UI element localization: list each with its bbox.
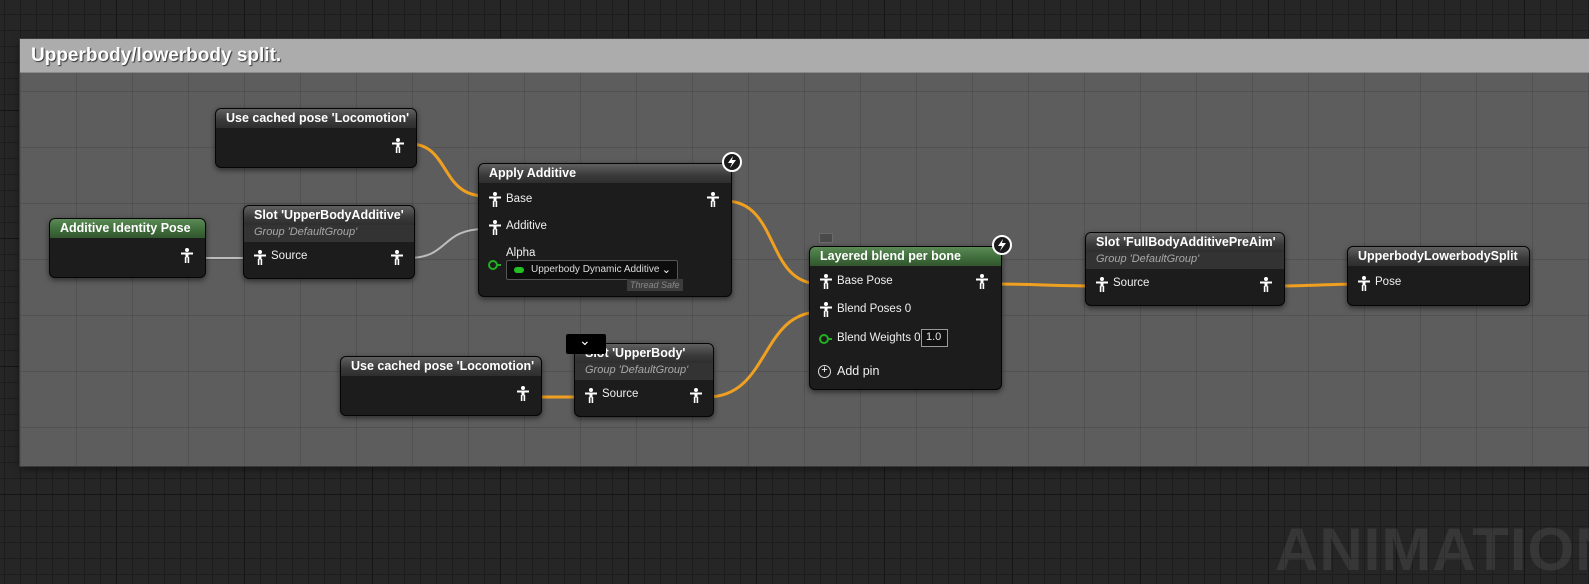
node-title: Layered blend per bone — [810, 247, 1001, 266]
slot-fullbodyadditivepreaim-node[interactable]: Slot 'FullBodyAdditivePreAim' Group 'Def… — [1085, 232, 1285, 306]
add-circle-icon[interactable]: + — [818, 365, 831, 378]
pose-person-icon[interactable] — [976, 274, 988, 289]
source-pin-label: Source — [271, 250, 308, 262]
pose-person-icon[interactable] — [391, 250, 403, 265]
alpha-value-dropdown[interactable]: Upperbody Dynamic Additive W ⌄ — [506, 260, 678, 280]
chevron-down-icon: ⌄ — [661, 264, 671, 276]
float-pin-icon[interactable] — [819, 334, 832, 344]
pose-pin-label: Pose — [1375, 276, 1402, 288]
pose-person-icon[interactable] — [489, 220, 501, 235]
comment-header[interactable]: Upperbody/lowerbody split. — [20, 39, 1589, 73]
slot-upperbody-node[interactable]: Slot 'UpperBody' Group 'DefaultGroup' So… — [574, 343, 714, 417]
collapse-toggle-button[interactable]: ⌄ — [566, 332, 606, 354]
node-title: Use cached pose 'Locomotion' — [216, 109, 416, 128]
pose-person-icon[interactable] — [1096, 277, 1108, 292]
additive-pin-label: Additive — [506, 220, 547, 232]
pose-person-icon[interactable] — [585, 388, 597, 403]
slot-upperbodyadditive-node[interactable]: Slot 'UpperBodyAdditive' Group 'DefaultG… — [243, 205, 415, 279]
base-pin-label: Base — [506, 193, 533, 205]
node-title: Slot 'UpperBodyAdditive' — [244, 206, 414, 225]
blend-weights-pin-label: Blend Weights 0 — [837, 332, 921, 344]
alpha-pin-label: Alpha — [506, 247, 536, 259]
node-title: Slot 'FullBodyAdditivePreAim' — [1086, 233, 1284, 252]
pose-person-icon[interactable] — [707, 192, 719, 207]
pose-person-icon[interactable] — [1260, 277, 1272, 292]
add-pin-button[interactable]: Add pin — [837, 364, 879, 378]
thread-safe-label: Thread Safe — [627, 279, 683, 291]
node-title: Additive Identity Pose — [50, 219, 205, 238]
additive-identity-pose-node[interactable]: Additive Identity Pose — [49, 218, 206, 278]
chevron-down-icon: ⌄ — [579, 332, 591, 348]
pose-person-icon[interactable] — [254, 250, 266, 265]
node-group-label: Group 'DefaultGroup' — [575, 363, 713, 380]
node-group-label: Group 'DefaultGroup' — [1086, 252, 1284, 269]
blend-poses-pin-label: Blend Poses 0 — [837, 303, 912, 315]
pose-person-icon[interactable] — [181, 248, 193, 263]
source-pin-label: Source — [1113, 277, 1150, 289]
green-dot-icon — [514, 267, 524, 273]
base-pose-pin-label: Base Pose — [837, 275, 893, 287]
node-title: Use cached pose 'Locomotion' — [341, 357, 541, 376]
blend-weight-input[interactable]: 1.0 — [921, 329, 948, 347]
comment-title: Upperbody/lowerbody split. — [31, 45, 282, 66]
node-title: UpperbodyLowerbodySplit — [1348, 247, 1529, 266]
node-menu-icon[interactable] — [819, 233, 833, 243]
source-pin-label: Source — [602, 388, 639, 400]
pose-person-icon[interactable] — [517, 386, 529, 401]
pose-person-icon[interactable] — [690, 388, 702, 403]
lightning-bolt-icon — [722, 152, 742, 172]
alpha-value-text: Upperbody Dynamic Additive W — [531, 264, 661, 275]
lightning-bolt-icon — [992, 235, 1012, 255]
cached-pose-locomotion-node-1[interactable]: Use cached pose 'Locomotion' — [215, 108, 417, 168]
pose-person-icon[interactable] — [820, 302, 832, 317]
node-group-label: Group 'DefaultGroup' — [244, 225, 414, 242]
cached-pose-locomotion-node-2[interactable]: Use cached pose 'Locomotion' — [340, 356, 542, 416]
pose-person-icon[interactable] — [1358, 276, 1370, 291]
apply-additive-node[interactable]: Apply Additive Base Additive Alpha Upper… — [478, 152, 742, 297]
layered-blend-per-bone-node[interactable]: Layered blend per bone Base Pose Blend P… — [809, 233, 1012, 390]
output-pose-node[interactable]: UpperbodyLowerbodySplit Pose — [1347, 246, 1530, 306]
pose-person-icon[interactable] — [392, 138, 404, 153]
node-title: Apply Additive — [479, 164, 731, 183]
float-pin-icon[interactable] — [488, 260, 501, 270]
pose-person-icon[interactable] — [489, 192, 501, 207]
pose-person-icon[interactable] — [820, 274, 832, 289]
